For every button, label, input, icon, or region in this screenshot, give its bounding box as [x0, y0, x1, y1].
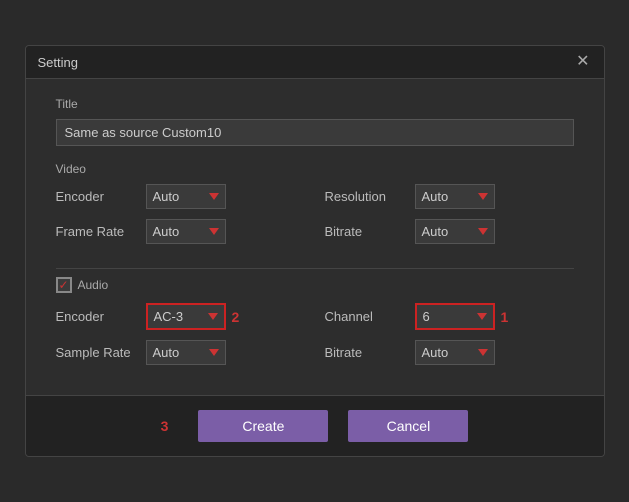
audio-left-col: Encoder AC-3 2 Sample Rate Auto — [56, 303, 305, 375]
setting-dialog: Setting ✕ Title Video Encoder Auto — [25, 45, 605, 457]
video-section-label: Video — [56, 162, 574, 176]
audio-right-col: Channel 6 1 Bitrate Auto — [325, 303, 574, 375]
close-button[interactable]: ✕ — [574, 54, 591, 70]
audio-encoder-arrow — [208, 313, 218, 320]
video-resolution-label: Resolution — [325, 189, 415, 204]
video-framerate-arrow — [209, 228, 219, 235]
video-section: Video Encoder Auto Frame Rate — [56, 162, 574, 254]
video-framerate-row: Frame Rate Auto — [56, 219, 305, 244]
audio-bitrate-select[interactable]: Auto — [415, 340, 495, 365]
create-button[interactable]: Create — [198, 410, 328, 442]
audio-encoder-row: Encoder AC-3 2 — [56, 303, 305, 330]
audio-samplerate-row: Sample Rate Auto — [56, 340, 305, 365]
video-framerate-value: Auto — [153, 224, 205, 239]
video-encoder-select[interactable]: Auto — [146, 184, 226, 209]
audio-encoder-value: AC-3 — [154, 309, 204, 324]
dialog-title: Setting — [38, 55, 78, 70]
video-resolution-value: Auto — [422, 189, 474, 204]
video-bitrate-value: Auto — [422, 224, 474, 239]
audio-channel-badge: 1 — [501, 309, 509, 325]
video-bitrate-label: Bitrate — [325, 224, 415, 239]
dialog-content: Title Video Encoder Auto — [26, 79, 604, 395]
video-fields: Encoder Auto Frame Rate Auto — [56, 184, 574, 254]
video-encoder-label: Encoder — [56, 189, 146, 204]
audio-encoder-label: Encoder — [56, 309, 146, 324]
audio-section: ✓ Audio Encoder AC-3 2 — [56, 277, 574, 375]
audio-channel-select[interactable]: 6 — [415, 303, 495, 330]
audio-bitrate-row: Bitrate Auto — [325, 340, 574, 365]
audio-bitrate-value: Auto — [422, 345, 474, 360]
video-encoder-row: Encoder Auto — [56, 184, 305, 209]
video-left-col: Encoder Auto Frame Rate Auto — [56, 184, 305, 254]
title-section-label: Title — [56, 97, 574, 111]
audio-channel-arrow — [477, 313, 487, 320]
audio-channel-row: Channel 6 1 — [325, 303, 574, 330]
audio-header: ✓ Audio — [56, 277, 574, 293]
audio-samplerate-value: Auto — [153, 345, 205, 360]
audio-bitrate-arrow — [478, 349, 488, 356]
footer-inner: 3 Create Cancel — [56, 410, 574, 442]
audio-checkbox[interactable]: ✓ — [56, 277, 72, 293]
video-framerate-select[interactable]: Auto — [146, 219, 226, 244]
video-encoder-arrow — [209, 193, 219, 200]
audio-encoder-badge: 2 — [232, 309, 240, 325]
video-bitrate-row: Bitrate Auto — [325, 219, 574, 244]
audio-channel-label: Channel — [325, 309, 415, 324]
video-resolution-row: Resolution Auto — [325, 184, 574, 209]
audio-fields: Encoder AC-3 2 Sample Rate Auto — [56, 303, 574, 375]
audio-encoder-select[interactable]: AC-3 — [146, 303, 226, 330]
audio-samplerate-arrow — [209, 349, 219, 356]
audio-samplerate-select[interactable]: Auto — [146, 340, 226, 365]
title-bar: Setting ✕ — [26, 46, 604, 79]
title-input-wrapper — [56, 119, 574, 146]
checkbox-check-icon: ✓ — [58, 279, 68, 291]
divider — [56, 268, 574, 269]
title-input[interactable] — [56, 119, 574, 146]
video-encoder-value: Auto — [153, 189, 205, 204]
video-resolution-arrow — [478, 193, 488, 200]
audio-checkbox-wrapper[interactable]: ✓ Audio — [56, 277, 109, 293]
video-right-col: Resolution Auto Bitrate Auto — [325, 184, 574, 254]
audio-section-label: Audio — [78, 278, 109, 292]
cancel-button[interactable]: Cancel — [348, 410, 468, 442]
video-bitrate-arrow — [478, 228, 488, 235]
video-resolution-select[interactable]: Auto — [415, 184, 495, 209]
video-framerate-label: Frame Rate — [56, 224, 146, 239]
audio-samplerate-label: Sample Rate — [56, 345, 146, 360]
video-bitrate-select[interactable]: Auto — [415, 219, 495, 244]
title-section: Title — [56, 97, 574, 146]
dialog-footer: 3 Create Cancel — [26, 395, 604, 456]
audio-channel-value: 6 — [423, 309, 473, 324]
create-badge: 3 — [161, 418, 169, 434]
audio-bitrate-label: Bitrate — [325, 345, 415, 360]
